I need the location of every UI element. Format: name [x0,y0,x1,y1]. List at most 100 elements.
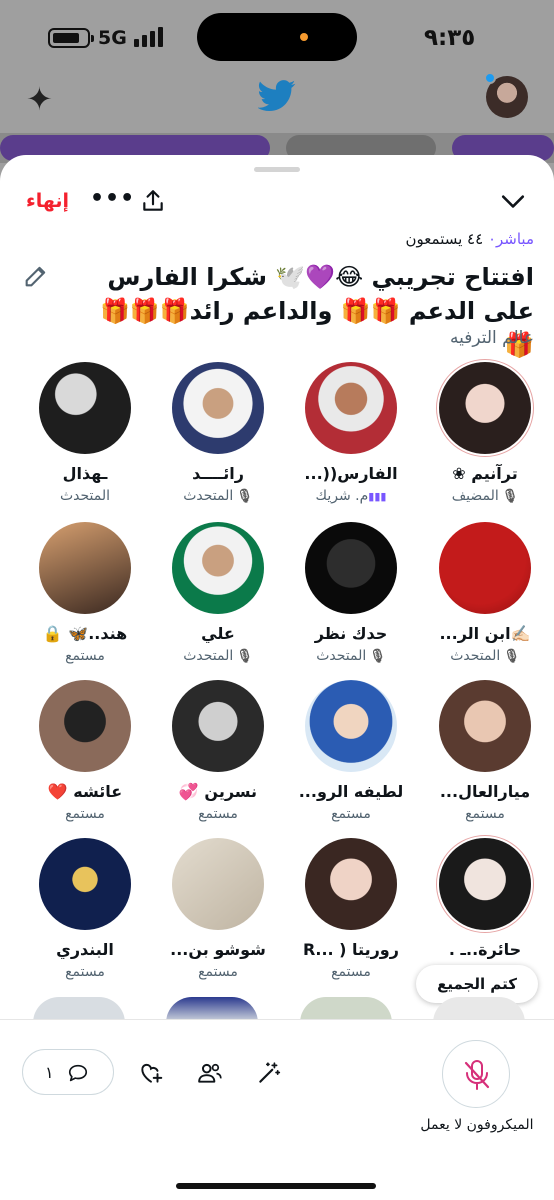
participant-role-row: مستمع [155,806,281,822]
participant-name: ✍🏻ابن الر... [439,624,531,643]
participant-role: مستمع [65,964,105,980]
participant-card[interactable]: ✍🏻ابن الر... 🎙المتحدث [422,522,548,664]
participant-card[interactable]: حائرة..ـ .مستمع [422,838,548,980]
participant-role-row: 🎙المتحدث [422,648,548,664]
participant-role: مستمع [331,806,371,822]
participant-role-row: 🎙المضيف [422,488,548,504]
participant-avatar[interactable] [305,362,397,454]
participant-avatar[interactable] [39,680,131,772]
participant-card[interactable]: علي 🎙المتحدث [155,522,281,664]
participant-avatar[interactable] [172,522,264,614]
participant-name: حائرة..ـ . [448,940,522,959]
participant-name: رائــــد [192,464,244,483]
participant-role-row: مستمع [22,648,148,664]
participant-card[interactable]: ميارالعال... مستمع [422,680,548,822]
participant-card[interactable]: عائشه ❤️ مستمع [22,680,148,822]
participant-card[interactable]: روريتا ( ...R مستمع [288,838,414,980]
more-options-icon[interactable]: ••• [90,186,135,211]
participant-avatar[interactable] [305,680,397,772]
participant-avatar[interactable] [172,362,264,454]
participant-role: المضيف [451,488,499,504]
twitter-bird-icon [258,80,296,112]
participant-role: المتحدث [316,648,367,664]
edit-pencil-icon[interactable] [22,262,50,290]
participant-avatar[interactable] [439,680,531,772]
participant-avatar[interactable] [39,522,131,614]
participant-name: ترآنيم ❀ [452,464,518,483]
participant-card[interactable]: ترآنيم ❀ 🎙المضيف [422,362,548,504]
participant-name: لطيفه الرو... [298,782,404,801]
participant-role: المتحدث [183,488,234,504]
listener-count: ٤٤ يستمعون [405,230,484,248]
people-icon[interactable] [197,1060,223,1086]
participant-avatar[interactable] [439,838,531,930]
magic-wand-icon[interactable] [256,1060,282,1086]
participant-name: روريتا ( ...R [303,940,399,959]
participant-card[interactable]: لطيفه الرو... مستمع [288,680,414,822]
participant-name: البندري [56,940,114,959]
status-time: ٩:٣٥ [424,25,476,51]
participant-role-row: المتحدث [22,488,148,504]
participant-card[interactable]: حدك نظر 🎙المتحدث [288,522,414,664]
microphone-button[interactable] [442,1040,510,1108]
live-status: مباشر٠ ٤٤ يستمعون [405,230,534,248]
network-label: 5G [98,27,127,49]
participant-avatar[interactable] [172,838,264,930]
participant-avatar[interactable] [305,838,397,930]
signal-icon [134,27,164,47]
participant-card[interactable]: شوشو بن... مستمع [155,838,281,980]
participant-role: مستمع [65,648,105,664]
battery-icon [48,28,94,48]
mic-off-icon: 🎙 [501,489,519,504]
participant-avatar[interactable] [439,362,531,454]
participant-role-row: مستمع [288,964,414,980]
participant-role-row: مستمع [155,964,281,980]
participant-card[interactable]: رائــــد 🎙المتحدث [155,362,281,504]
comments-button[interactable]: ١ [22,1049,114,1095]
end-space-button[interactable]: إنهاء [26,190,69,212]
comment-count: ١ [45,1063,54,1082]
participant-card[interactable]: نسرين 💞 مستمع [155,680,281,822]
participant-avatar[interactable] [439,522,531,614]
participant-avatar[interactable] [172,680,264,772]
participant-role: المتحدث [59,488,111,504]
participant-role: مستمع [331,964,371,980]
participant-name: حدك نظر [314,624,388,643]
participant-name: الفارس((... [304,464,398,483]
participant-name: هند..🦋 🔒 [42,624,128,643]
participant-role-row: ▮▮▮م. شريك [288,488,414,504]
participant-role: مستمع [198,806,238,822]
participant-card[interactable]: البندري مستمع [22,838,148,980]
participant-avatar[interactable] [39,838,131,930]
mic-off-icon: 🎙 [236,649,253,664]
comment-icon [68,1064,88,1082]
home-indicator[interactable] [176,1183,376,1189]
participant-role: المتحدث [450,648,501,664]
mic-off-icon: 🎙 [236,489,253,504]
participant-card[interactable]: هند..🦋 🔒 مستمع [22,522,148,664]
participant-role-row: مستمع [22,806,148,822]
speaking-wave-icon: ▮▮▮ [368,490,387,503]
share-icon[interactable] [140,188,166,214]
mic-off-icon: 🎙 [503,649,520,664]
participant-role: م. شريك [315,488,369,504]
community-name[interactable]: عالم الترفيه [450,328,534,348]
sparkle-icon[interactable]: ✦ [26,80,53,118]
chevron-down-icon[interactable] [500,190,526,212]
participant-avatar[interactable] [305,522,397,614]
participant-card[interactable]: ـهذال المتحدث [22,362,148,504]
sheet-grabber[interactable] [254,167,300,172]
participant-role-row: مستمع [288,806,414,822]
participant-avatar[interactable] [39,362,131,454]
microphone-off-icon [464,1060,490,1090]
status-bar: 5G ٩:٣٥ [0,0,554,78]
participant-name: علي [201,624,235,643]
participant-name: ميارالعال... [439,782,531,801]
participant-name: شوشو بن... [170,940,266,959]
participant-card[interactable]: الفارس((... ▮▮▮م. شريك [288,362,414,504]
heart-add-icon[interactable] [138,1060,164,1086]
participant-name: نسرين 💞 [178,782,258,801]
live-label: مباشر [496,230,534,248]
participant-role: مستمع [465,806,505,822]
participant-role-row: 🎙المتحدث [155,648,281,664]
